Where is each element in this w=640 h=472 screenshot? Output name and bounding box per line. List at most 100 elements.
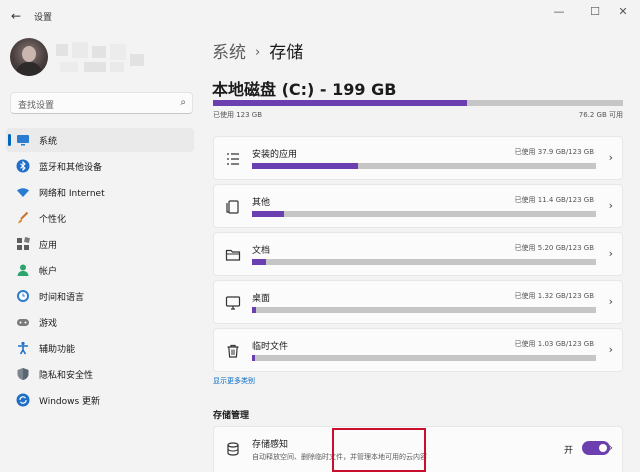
category-usage-fill (252, 211, 284, 217)
brush-icon (18, 211, 29, 224)
sidebar-item-system[interactable]: 系统 (6, 128, 194, 152)
folder-icon (225, 249, 241, 261)
category-usage: 已使用 1.03 GB/123 GB (514, 340, 594, 348)
search-icon[interactable]: ⌕ (180, 97, 186, 108)
breadcrumb: 系统 › 存储 (212, 38, 303, 63)
sidebar-item-label: 隐私和安全性 (39, 371, 94, 381)
storage-category-documents[interactable]: 文档 已使用 5.20 GB/123 GB › (213, 232, 623, 276)
category-usage-bar (252, 211, 596, 217)
trash-icon (227, 344, 239, 358)
chevron-right-icon: › (608, 441, 613, 454)
blurred-username (130, 54, 144, 66)
category-usage: 已使用 1.32 GB/123 GB (514, 292, 594, 300)
category-usage-fill (252, 259, 267, 265)
storage-category-other[interactable]: 其他 已使用 11.4 GB/123 GB › (213, 184, 623, 228)
shield-icon (17, 368, 29, 380)
blurred-email (110, 62, 124, 72)
blurred-email (84, 62, 106, 72)
system-icon (17, 135, 29, 146)
breadcrumb-separator: › (255, 45, 261, 60)
category-usage-fill (252, 307, 256, 313)
avatar-body (16, 62, 42, 76)
maximize-button[interactable]: ☐ (586, 5, 604, 19)
category-usage-bar (252, 307, 596, 313)
chevron-right-icon: › (608, 247, 613, 260)
wifi-icon (17, 188, 29, 197)
accessibility-icon (18, 341, 28, 355)
sidebar-item-label: Windows 更新 (39, 397, 101, 407)
category-usage-fill (252, 163, 358, 169)
sidebar-item-accounts[interactable]: 帐户 (6, 258, 194, 282)
gamepad-icon (17, 319, 29, 326)
sidebar-item-gaming[interactable]: 游戏 (6, 310, 194, 334)
search-input[interactable]: 查找设置 ⌕ (10, 92, 193, 114)
sidebar-item-label: 系统 (39, 137, 58, 147)
toggle-state-label: 开 (564, 446, 574, 456)
sidebar-item-bluetooth[interactable]: 蓝牙和其他设备 (6, 154, 194, 178)
sidebar-item-label: 网络和 Internet (39, 189, 105, 199)
back-arrow-icon[interactable]: ← (8, 9, 24, 23)
category-name: 桌面 (252, 294, 271, 304)
bluetooth-icon (16, 159, 30, 173)
blurred-username (72, 42, 88, 58)
category-usage-bar (252, 163, 596, 169)
sidebar-item-label: 时间和语言 (39, 293, 85, 303)
highlight-box (332, 428, 426, 472)
storage-category-desktop[interactable]: 桌面 已使用 1.32 GB/123 GB › (213, 280, 623, 324)
avatar[interactable] (10, 38, 48, 76)
title-bar: ← 设置 — ☐ ✕ (0, 0, 640, 32)
disk-free-label: 76.2 GB 可用 (578, 111, 623, 119)
breadcrumb-current: 存储 (269, 43, 304, 63)
show-more-categories-link[interactable]: 显示更多类别 (213, 376, 255, 386)
disk-usage-bar (213, 100, 623, 106)
disk-usage-fill (213, 100, 468, 106)
sidebar: 查找设置 ⌕ 系统 蓝牙和其他设备 网络和 Internet 个性化 应用 帐户… (0, 32, 200, 472)
active-indicator (8, 134, 11, 146)
sidebar-item-label: 蓝牙和其他设备 (39, 163, 103, 173)
disk-used-label: 已使用 123 GB (213, 111, 263, 119)
sidebar-item-apps[interactable]: 应用 (6, 232, 194, 256)
toggle-knob (599, 444, 607, 452)
minimize-button[interactable]: — (550, 5, 568, 19)
disk-title: 本地磁盘 (C:) - 199 GB (212, 80, 397, 99)
search-placeholder: 查找设置 (18, 101, 55, 111)
chevron-right-icon: › (608, 199, 613, 212)
apps-icon (17, 237, 30, 250)
category-usage: 已使用 11.4 GB/123 GB (514, 196, 594, 204)
chevron-right-icon: › (608, 343, 613, 356)
sidebar-item-time-language[interactable]: 时间和语言 (6, 284, 194, 308)
sidebar-item-label: 游戏 (39, 319, 58, 329)
sidebar-item-label: 应用 (39, 241, 58, 251)
storage-sense-toggle[interactable] (582, 441, 610, 455)
blurred-username (56, 44, 68, 56)
main-content: 系统 › 存储 本地磁盘 (C:) - 199 GB 已使用 123 GB 76.2… (200, 32, 640, 472)
sidebar-item-label: 个性化 (39, 215, 67, 225)
sidebar-item-accessibility[interactable]: 辅助功能 (6, 336, 194, 360)
sidebar-item-label: 辅助功能 (39, 345, 76, 355)
avatar-face (22, 46, 36, 62)
category-name: 安装的应用 (252, 150, 298, 160)
blurred-username (110, 44, 126, 60)
installed-apps-icon (227, 153, 239, 165)
sidebar-item-label: 帐户 (39, 267, 58, 277)
sidebar-item-privacy[interactable]: 隐私和安全性 (6, 362, 194, 386)
other-files-icon (226, 200, 239, 214)
storage-category-temp-files[interactable]: 临时文件 已使用 1.03 GB/123 GB › (213, 328, 623, 372)
storage-category-installed-apps[interactable]: 安装的应用 已使用 37.9 GB/123 GB › (213, 136, 623, 180)
chevron-right-icon: › (608, 151, 613, 164)
blurred-email (60, 62, 78, 72)
chevron-right-icon: › (608, 295, 613, 308)
sidebar-item-network[interactable]: 网络和 Internet (6, 180, 194, 204)
storage-sense-title: 存储感知 (252, 440, 289, 450)
close-button[interactable]: ✕ (614, 5, 632, 19)
category-usage-fill (252, 355, 255, 361)
category-name: 其他 (252, 198, 271, 208)
app-title: 设置 (34, 13, 53, 23)
sidebar-item-windows-update[interactable]: Windows 更新 (6, 388, 194, 412)
category-usage: 已使用 37.9 GB/123 GB (514, 148, 594, 156)
sidebar-item-personalization[interactable]: 个性化 (6, 206, 194, 230)
account-icon (17, 264, 29, 276)
category-name: 文档 (252, 246, 271, 256)
breadcrumb-parent[interactable]: 系统 (212, 43, 246, 63)
category-usage-bar (252, 355, 596, 361)
